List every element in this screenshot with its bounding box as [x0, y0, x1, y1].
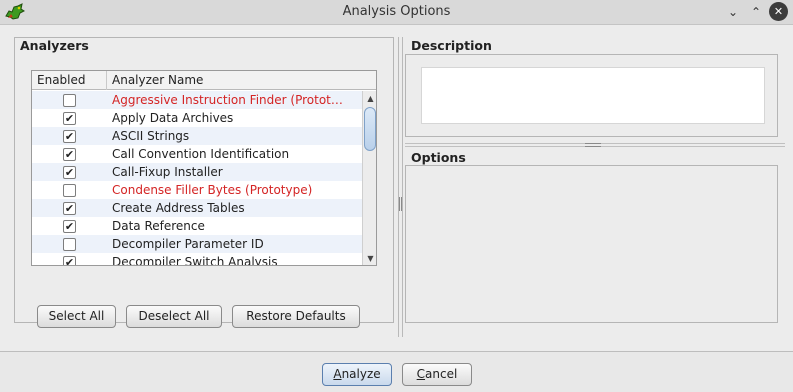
analyzer-name: Create Address Tables [112, 201, 245, 215]
maximize-button[interactable]: ⌃ [747, 3, 765, 21]
check-icon: ✔ [64, 220, 75, 233]
table-row[interactable]: ✔ Apply Data Archives [32, 109, 362, 127]
description-section-title: Description [411, 38, 492, 53]
analyze-mnemonic: A [333, 367, 342, 381]
table-row[interactable]: ✔ Call Convention Identification [32, 145, 362, 163]
enabled-checkbox[interactable]: ✔ [63, 130, 76, 143]
divider-line [402, 37, 403, 337]
close-button[interactable]: ✕ [769, 2, 788, 21]
column-header-analyzer-name[interactable]: Analyzer Name [108, 71, 376, 90]
enabled-checkbox[interactable]: ✔ [63, 166, 76, 179]
analyzers-table: Enabled Analyzer Name Aggressive Instruc… [31, 70, 377, 266]
cancel-mnemonic: C [416, 367, 426, 381]
check-icon: ✔ [64, 148, 75, 161]
enabled-checkbox[interactable]: ✔ [63, 112, 76, 125]
table-row[interactable]: Aggressive Instruction Finder (Protot… [32, 91, 362, 109]
analyzer-name: Apply Data Archives [112, 111, 234, 125]
analyzer-name: Call Convention Identification [112, 147, 290, 161]
restore-defaults-button[interactable]: Restore Defaults [232, 305, 360, 328]
scroll-up-icon[interactable]: ▲ [363, 93, 376, 105]
enabled-checkbox[interactable] [63, 94, 76, 107]
enabled-checkbox[interactable]: ✔ [63, 256, 76, 266]
column-header-enabled[interactable]: Enabled [32, 71, 107, 90]
cancel-button[interactable]: Cancel [402, 363, 472, 386]
check-icon: ✔ [64, 130, 75, 143]
dialog-content: Analyzers Enabled Analyzer Name Aggressi… [0, 25, 793, 352]
vertical-split-divider[interactable] [398, 37, 403, 337]
options-panel [405, 165, 778, 323]
horizontal-grip-icon[interactable] [585, 143, 601, 147]
table-row[interactable]: ✔ Create Address Tables [32, 199, 362, 217]
description-text-area [421, 67, 765, 124]
check-icon: ✔ [64, 166, 75, 179]
table-row[interactable]: ✔ Call-Fixup Installer [32, 163, 362, 181]
enabled-checkbox[interactable]: ✔ [63, 148, 76, 161]
title-bar: Analysis Options ⌄ ⌃ ✕ [0, 0, 793, 25]
window-title: Analysis Options [342, 4, 451, 19]
check-icon: ✔ [64, 202, 75, 215]
table-row[interactable]: ✔ Decompiler Switch Analysis [32, 253, 362, 266]
analyze-label: nalyze [341, 367, 381, 381]
cancel-label: ancel [425, 367, 458, 381]
analyzer-name: Aggressive Instruction Finder (Protot… [112, 93, 343, 107]
table-row[interactable]: ✔ Data Reference [32, 217, 362, 235]
analyzer-name: Call-Fixup Installer [112, 165, 223, 179]
analyzer-name: Decompiler Switch Analysis [112, 255, 278, 266]
check-icon: ✔ [64, 112, 75, 125]
table-row[interactable]: ✔ ASCII Strings [32, 127, 362, 145]
vertical-scrollbar[interactable]: ▲ ▼ [362, 91, 376, 265]
analyzers-section-title: Analyzers [20, 38, 89, 53]
split-grip-icon[interactable] [399, 197, 402, 211]
table-row[interactable]: Decompiler Parameter ID [32, 235, 362, 253]
enabled-checkbox[interactable]: ✔ [63, 220, 76, 233]
analyzer-name: Data Reference [112, 219, 205, 233]
deselect-all-button[interactable]: Deselect All [126, 305, 222, 328]
divider-line [398, 37, 399, 337]
table-header: Enabled Analyzer Name [32, 71, 376, 90]
table-row[interactable]: Condense Filler Bytes (Prototype) [32, 181, 362, 199]
enabled-checkbox[interactable]: ✔ [63, 202, 76, 215]
scroll-thumb[interactable] [364, 107, 376, 151]
enabled-checkbox[interactable] [63, 184, 76, 197]
select-all-button[interactable]: Select All [37, 305, 116, 328]
check-icon: ✔ [64, 256, 75, 266]
analyze-button[interactable]: Analyze [322, 363, 392, 386]
analyzer-name: ASCII Strings [112, 129, 190, 143]
analyzer-name: Decompiler Parameter ID [112, 237, 264, 251]
options-section-title: Options [411, 150, 466, 165]
scroll-down-icon[interactable]: ▼ [363, 253, 376, 265]
enabled-checkbox[interactable] [63, 238, 76, 251]
minimize-button[interactable]: ⌄ [724, 3, 742, 21]
table-body: Aggressive Instruction Finder (Protot… ✔ A… [32, 91, 362, 266]
analyzer-name: Condense Filler Bytes (Prototype) [112, 183, 313, 197]
